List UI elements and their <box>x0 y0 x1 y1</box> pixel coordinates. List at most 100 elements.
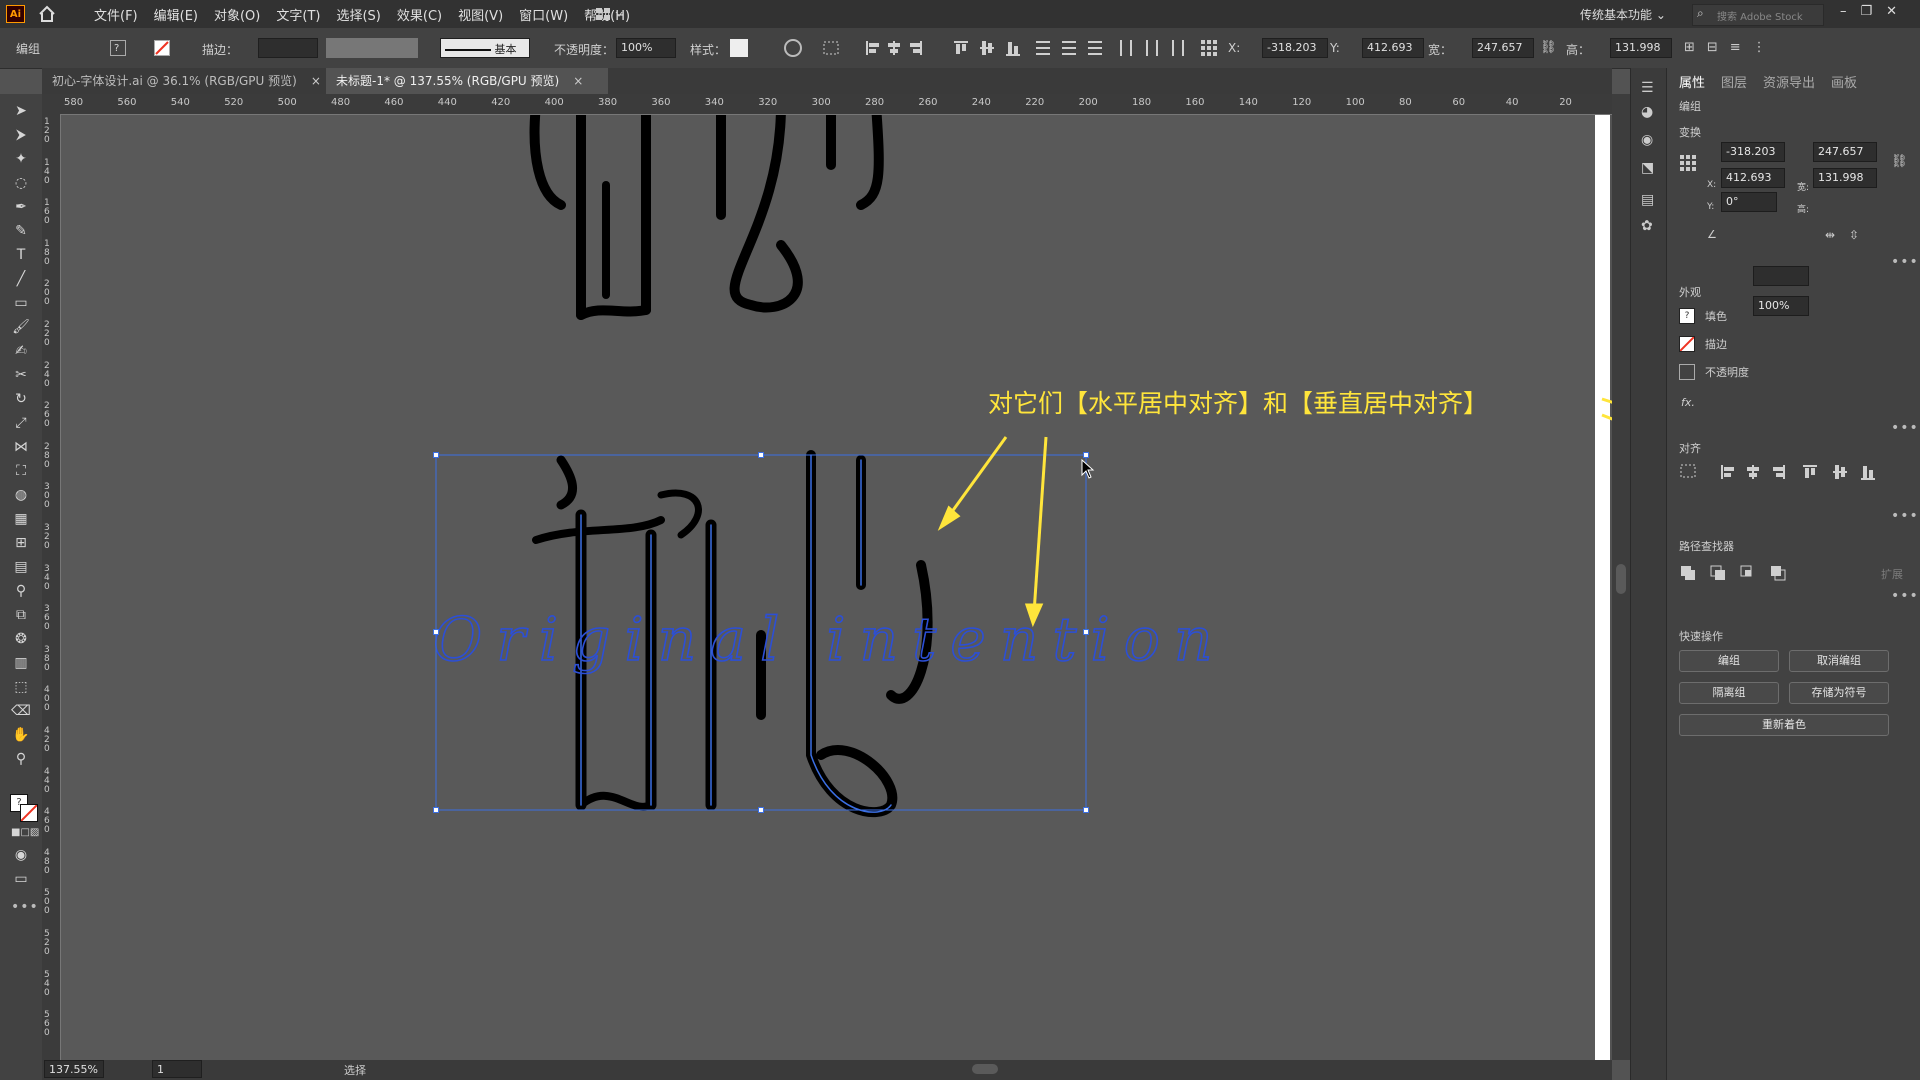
handle-bottom-right[interactable] <box>1083 807 1089 813</box>
width-field[interactable]: 247.657 <box>1813 142 1877 162</box>
color-mode-icons[interactable]: ■□▨ <box>11 824 39 842</box>
blend-tool-icon[interactable]: ⧉ <box>11 606 31 624</box>
handle-bottom-mid[interactable] <box>758 807 764 813</box>
home-icon[interactable] <box>38 5 56 23</box>
scissors-tool-icon[interactable]: ✂ <box>11 366 31 384</box>
artboard-number-field[interactable]: 1 <box>152 1060 202 1078</box>
hand-tool-icon[interactable]: ✋ <box>11 726 31 744</box>
constrain-proportions-icon[interactable]: ⛓ <box>1891 154 1908 169</box>
gradient-tool-icon[interactable]: ▤ <box>11 558 31 576</box>
menu-object[interactable]: 对象(O) <box>206 5 268 24</box>
menu-edit[interactable]: 编辑(E) <box>146 5 206 24</box>
eyedropper-tool-icon[interactable]: ⚲ <box>11 582 31 600</box>
variable-width-profile[interactable] <box>326 38 418 58</box>
mesh-tool-icon[interactable]: ⊞ <box>11 534 31 552</box>
ungroup-button[interactable]: 取消编组 <box>1789 650 1889 672</box>
screen-mode-icon[interactable]: ▭ <box>11 870 31 888</box>
opacity-field[interactable]: 100% <box>616 38 676 58</box>
x-field[interactable]: -318.203 <box>1262 38 1328 58</box>
stroke-swatch[interactable] <box>154 40 170 56</box>
menu-effect[interactable]: 效果(C) <box>389 5 450 24</box>
tab-artboards[interactable]: 画板 <box>1831 72 1857 91</box>
menu-select[interactable]: 选择(S) <box>328 5 388 24</box>
recolor-button[interactable]: 重新着色 <box>1679 714 1889 736</box>
appearance-panel-icon[interactable]: ◉ <box>1641 132 1653 148</box>
width-field[interactable]: 247.657 <box>1472 38 1534 58</box>
pathfinder-buttons[interactable] <box>1679 564 1799 582</box>
shaper-tool-icon[interactable]: ✍ <box>11 342 31 360</box>
pen-tool-icon[interactable]: ✒ <box>11 198 31 216</box>
stock-search[interactable]: ⌕ 搜索 Adobe Stock <box>1692 4 1824 26</box>
menu-view[interactable]: 视图(V) <box>450 5 511 24</box>
pathfinder-expand[interactable]: 扩展 <box>1881 566 1903 582</box>
isolate-group-button[interactable]: 隔离组 <box>1679 682 1779 704</box>
stroke-swatch[interactable] <box>20 804 38 822</box>
rotate-tool-icon[interactable]: ↻ <box>11 390 31 408</box>
handle-top-right[interactable] <box>1083 452 1089 458</box>
type-tool-icon[interactable]: T <box>11 246 31 264</box>
free-transform-tool-icon[interactable]: ⛶ <box>11 462 31 480</box>
more-options-icon[interactable]: ••• <box>1891 588 1919 604</box>
fx-button[interactable]: fx. <box>1681 396 1695 409</box>
reference-point-icon[interactable] <box>1200 39 1218 57</box>
fill-stroke-swatches[interactable]: ? <box>10 794 38 822</box>
handle-mid-left[interactable] <box>433 629 439 635</box>
angle-field[interactable]: 0° <box>1721 192 1777 212</box>
more-options-icon[interactable]: ••• <box>1891 420 1919 436</box>
close-icon[interactable]: × <box>573 74 583 88</box>
width-tool-icon[interactable]: ⋈ <box>11 438 31 456</box>
transform-icons[interactable]: ⊞⊟≡⋮ <box>1684 40 1778 55</box>
direct-selection-tool-icon[interactable]: ⮞ <box>11 126 31 144</box>
workspace-switcher[interactable]: 传统基本功能 ⌄ <box>1580 6 1666 23</box>
stroke-weight-field[interactable] <box>1753 266 1809 286</box>
handle-top-left[interactable] <box>433 452 439 458</box>
save-as-symbol-button[interactable]: 存储为符号 <box>1789 682 1889 704</box>
selection-tool-icon[interactable]: ➤ <box>11 102 31 120</box>
zoom-field[interactable]: 137.55% <box>44 1060 104 1078</box>
draw-mode-icon[interactable]: ◉ <box>11 846 31 864</box>
rectangle-tool-icon[interactable]: ▭ <box>11 294 31 312</box>
slice-tool-icon[interactable]: ⌫ <box>11 702 31 720</box>
artboard-tool-icon[interactable]: ⬚ <box>11 678 31 696</box>
line-tool-icon[interactable]: ╱ <box>11 270 31 288</box>
curvature-tool-icon[interactable]: ✎ <box>11 222 31 240</box>
fill-swatch[interactable]: ? <box>110 40 126 56</box>
close-icon[interactable]: ✕ <box>1886 4 1911 19</box>
magic-wand-tool-icon[interactable]: ✦ <box>11 150 31 168</box>
transform-panel-icon[interactable]: ⬔ <box>1641 160 1654 176</box>
tab-asset-export[interactable]: 资源导出 <box>1763 72 1815 91</box>
panel-menu-icon[interactable]: ☰ <box>1641 80 1654 96</box>
app-logo[interactable]: Ai <box>6 5 25 23</box>
stroke-swatch[interactable] <box>1679 336 1695 352</box>
x-field[interactable]: -318.203 <box>1721 142 1785 162</box>
tab-layers[interactable]: 图层 <box>1721 72 1747 91</box>
symbol-sprayer-tool-icon[interactable]: ❂ <box>11 630 31 648</box>
color-panel-icon[interactable]: ◕ <box>1641 104 1653 120</box>
tab-document-1[interactable]: 初心-字体设计.ai @ 36.1% (RGB/GPU 预览) × <box>42 68 342 94</box>
close-icon[interactable]: × <box>311 74 321 88</box>
horizontal-scroll-thumb[interactable] <box>972 1064 998 1074</box>
fill-swatch[interactable]: ? <box>1679 308 1695 324</box>
brush-definition[interactable]: 基本 <box>440 38 530 58</box>
graphic-style-swatch[interactable] <box>730 39 748 57</box>
y-field[interactable]: 412.693 <box>1721 168 1785 188</box>
brushes-panel-icon[interactable]: ✿ <box>1641 218 1653 234</box>
tab-document-2[interactable]: 未标题-1* @ 137.55% (RGB/GPU 预览) × <box>326 68 608 94</box>
handle-mid-right[interactable] <box>1083 629 1089 635</box>
zoom-tool-icon[interactable]: ⚲ <box>11 750 31 768</box>
stroke-weight-field[interactable] <box>258 38 318 58</box>
y-field[interactable]: 412.693 <box>1362 38 1424 58</box>
flip-horizontal-icon[interactable]: ⇹ <box>1825 228 1835 242</box>
lasso-tool-icon[interactable]: ◌ <box>11 174 31 192</box>
paintbrush-tool-icon[interactable]: 🖌 <box>11 318 31 336</box>
menu-type[interactable]: 文字(T) <box>268 5 328 24</box>
tab-properties[interactable]: 属性 <box>1679 72 1705 91</box>
more-options-icon[interactable]: ••• <box>1891 508 1919 524</box>
height-field[interactable]: 131.998 <box>1610 38 1672 58</box>
reference-point-icon[interactable] <box>1679 154 1697 175</box>
handle-top-mid[interactable] <box>758 452 764 458</box>
canvas[interactable]: Original intention <box>61 115 1600 1060</box>
vertical-scrollbar[interactable] <box>1612 94 1630 1060</box>
recolor-icon[interactable] <box>784 39 802 57</box>
menu-file[interactable]: 文件(F) <box>86 5 146 24</box>
